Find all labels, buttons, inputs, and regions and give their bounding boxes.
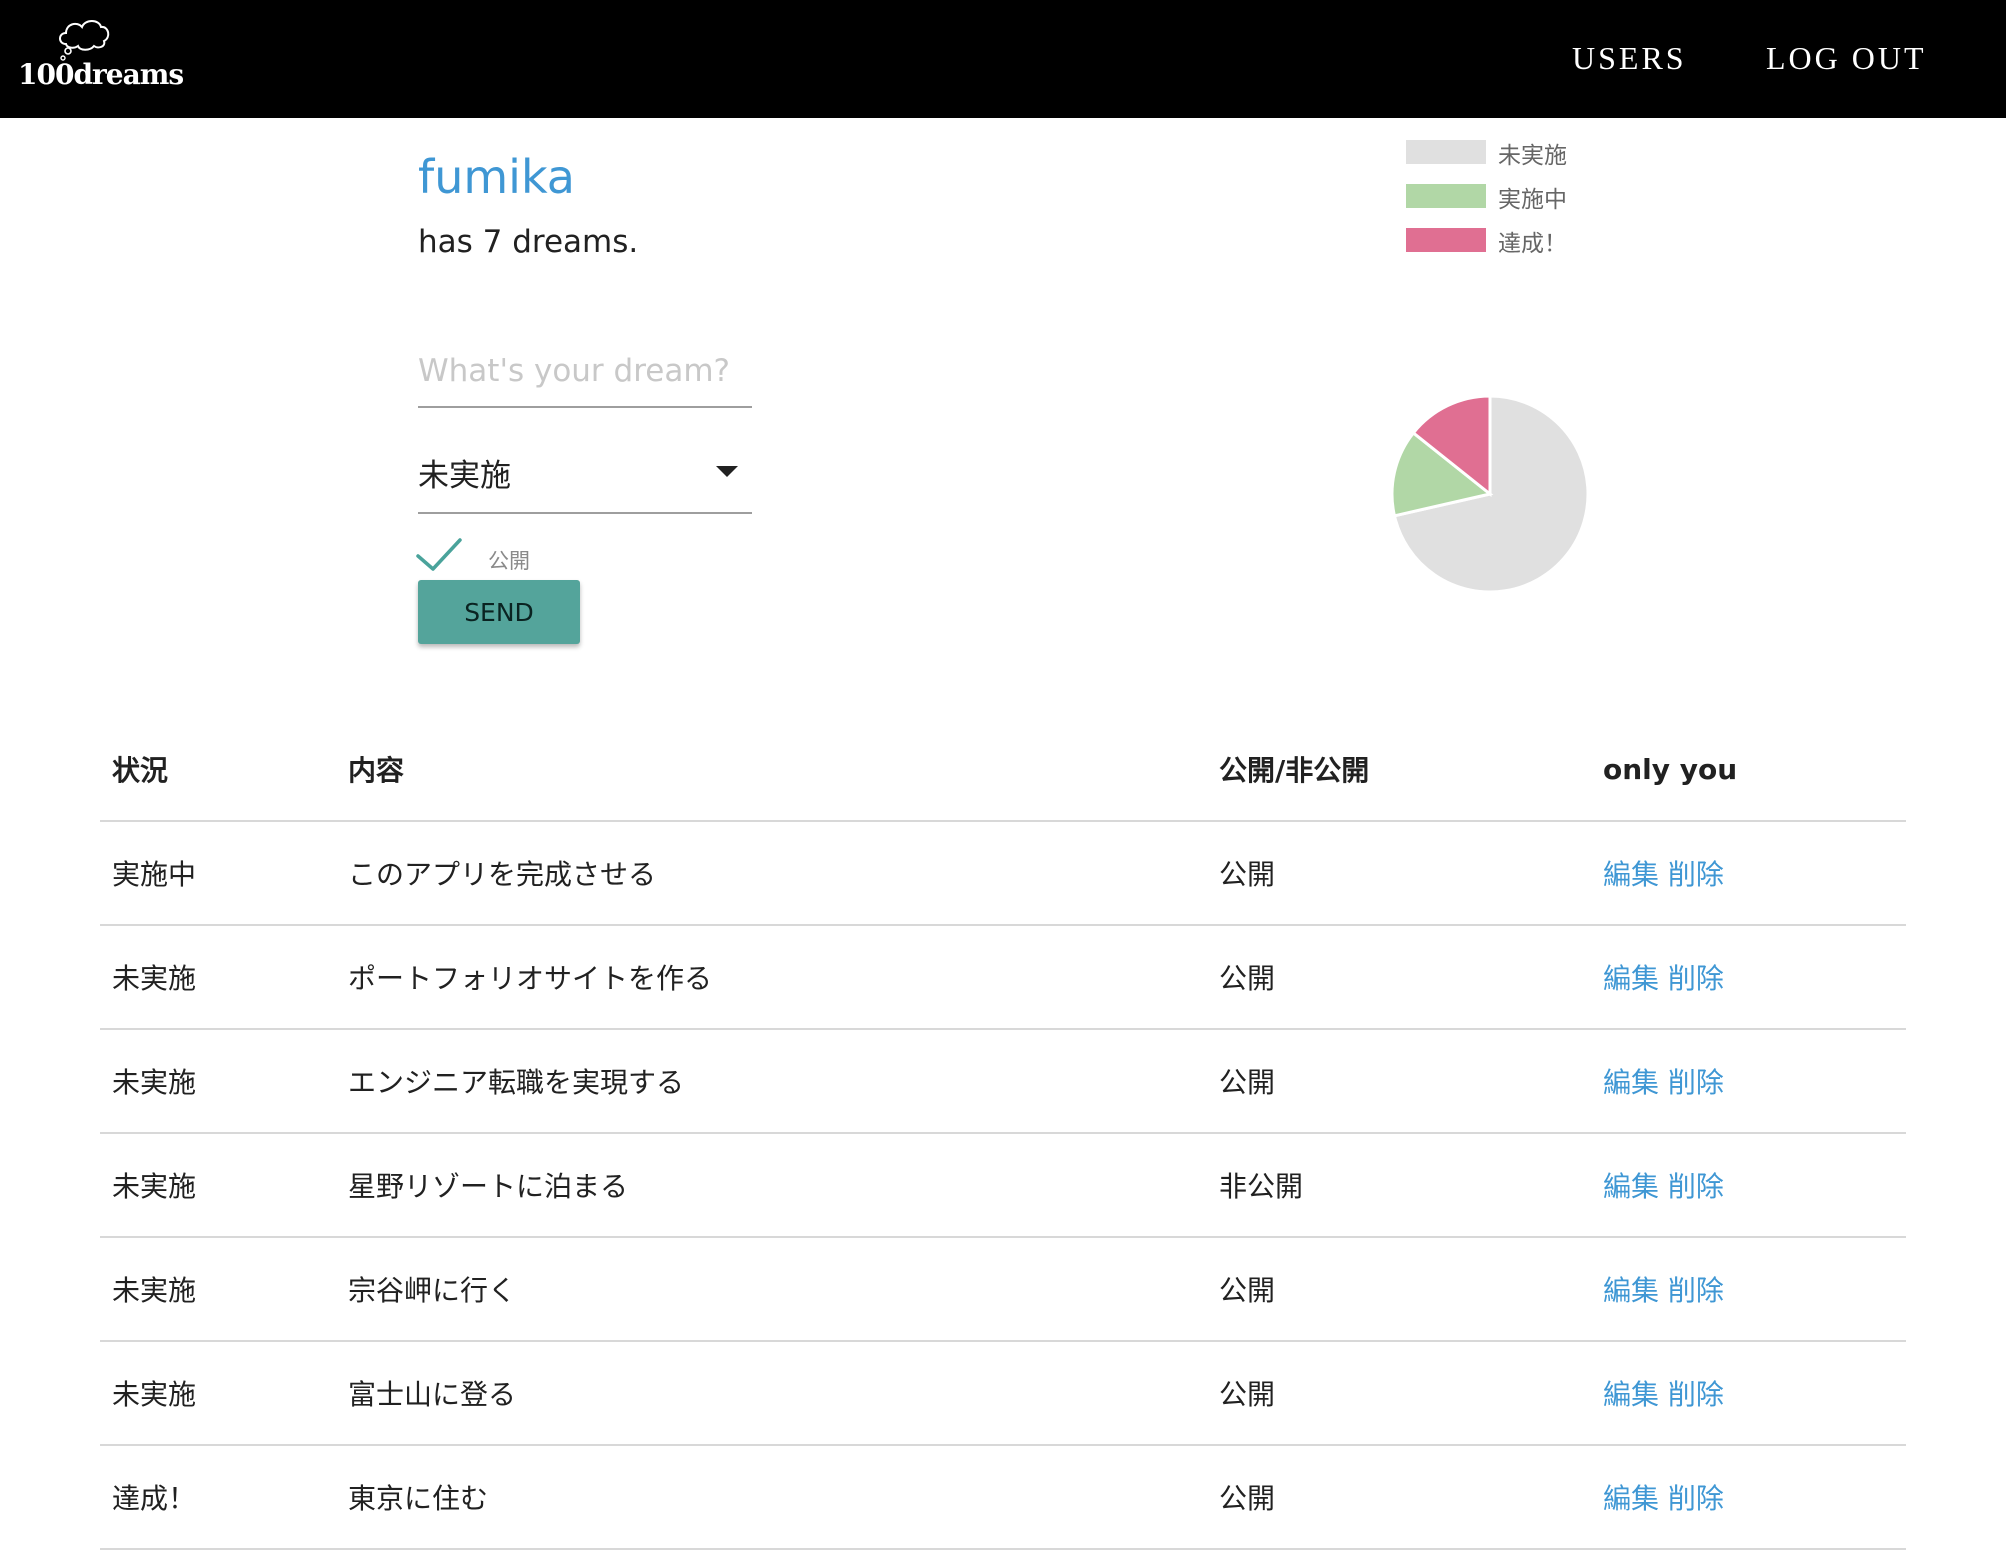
legend-swatch: [1406, 184, 1486, 208]
header-visibility: 公開/非公開: [1207, 718, 1591, 822]
edit-link[interactable]: 編集: [1603, 858, 1659, 891]
public-checkbox[interactable]: [414, 536, 464, 574]
header-status: 状況: [100, 718, 336, 822]
edit-link[interactable]: 編集: [1603, 1274, 1659, 1307]
header-only-you: only you: [1591, 718, 1906, 822]
row-content: 富士山に登る: [336, 1341, 1207, 1446]
table-row: 実施中 このアプリを完成させる 公開 編集 削除: [100, 821, 1906, 926]
table-row: 未実施 エンジニア転職を実現する 公開 編集 削除: [100, 1029, 1906, 1134]
row-actions: 編集 削除: [1591, 1341, 1906, 1446]
nav-users-link[interactable]: USERS: [1572, 40, 1687, 77]
legend-label: 達成！: [1498, 231, 1567, 257]
table-row: 未実施 ポートフォリオサイトを作る 公開 編集 削除: [100, 925, 1906, 1030]
delete-link[interactable]: 削除: [1668, 858, 1724, 891]
table-row: 達成！ 東京に住む 公開 編集 削除: [100, 1445, 1906, 1550]
legend-label: 未実施: [1498, 143, 1567, 169]
row-actions: 編集 削除: [1591, 1237, 1906, 1342]
row-actions: 編集 削除: [1591, 1133, 1906, 1238]
delete-link[interactable]: 削除: [1668, 1378, 1724, 1411]
row-status: 未実施: [100, 1237, 336, 1342]
header-content: 内容: [336, 718, 1207, 822]
table-header-row: 状況 内容 公開/非公開 only you: [100, 718, 1906, 822]
delete-link[interactable]: 削除: [1668, 1274, 1724, 1307]
edit-link[interactable]: 編集: [1603, 1378, 1659, 1411]
row-actions: 編集 削除: [1591, 821, 1906, 926]
logo-text: 100dreams: [18, 58, 184, 91]
legend-label: 実施中: [1498, 187, 1567, 213]
row-visibility: 公開: [1207, 1445, 1591, 1550]
status-select[interactable]: 未実施: [418, 436, 752, 514]
logo[interactable]: 100dreams: [16, 14, 184, 94]
row-visibility: 非公開: [1207, 1133, 1591, 1238]
row-content: 東京に住む: [336, 1445, 1207, 1550]
row-status: 未実施: [100, 1341, 336, 1446]
caret-down-icon: [716, 466, 738, 477]
delete-link[interactable]: 削除: [1668, 1066, 1724, 1099]
table-row: 未実施 星野リゾートに泊まる 非公開 編集 削除: [100, 1133, 1906, 1238]
row-content: 宗谷岬に行く: [336, 1237, 1207, 1342]
status-pie-chart: [1390, 394, 1590, 594]
row-status: 達成！: [100, 1445, 336, 1550]
row-status: 未実施: [100, 925, 336, 1030]
cloud-icon: [59, 20, 110, 61]
edit-link[interactable]: 編集: [1603, 1482, 1659, 1515]
checkmark-icon: [416, 538, 462, 571]
nav-logout-link[interactable]: LOG OUT: [1766, 40, 1927, 77]
table-row: 未実施 富士山に登る 公開 編集 削除: [100, 1341, 1906, 1446]
delete-link[interactable]: 削除: [1668, 1482, 1724, 1515]
dream-count: has 7 dreams.: [418, 224, 639, 260]
row-visibility: 公開: [1207, 1029, 1591, 1134]
row-visibility: 公開: [1207, 1341, 1591, 1446]
row-content: 星野リゾートに泊まる: [336, 1133, 1207, 1238]
row-content: エンジニア転職を実現する: [336, 1029, 1207, 1134]
edit-link[interactable]: 編集: [1603, 962, 1659, 995]
row-status: 実施中: [100, 821, 336, 926]
row-visibility: 公開: [1207, 925, 1591, 1030]
navbar: 100dreams USERS LOG OUT: [0, 0, 2006, 118]
row-actions: 編集 削除: [1591, 925, 1906, 1030]
edit-link[interactable]: 編集: [1603, 1066, 1659, 1099]
row-actions: 編集 削除: [1591, 1029, 1906, 1134]
row-status: 未実施: [100, 1029, 336, 1134]
edit-link[interactable]: 編集: [1603, 1170, 1659, 1203]
send-button[interactable]: SEND: [418, 580, 580, 644]
legend-swatch: [1406, 140, 1486, 164]
table-row: 未実施 宗谷岬に行く 公開 編集 削除: [100, 1237, 1906, 1342]
row-visibility: 公開: [1207, 821, 1591, 926]
dream-input[interactable]: [418, 336, 752, 408]
public-label: 公開: [488, 549, 530, 573]
user-name[interactable]: fumika: [418, 150, 575, 204]
row-actions: 編集 削除: [1591, 1445, 1906, 1550]
row-visibility: 公開: [1207, 1237, 1591, 1342]
delete-link[interactable]: 削除: [1668, 962, 1724, 995]
dreams-table: 状況 内容 公開/非公開 only you 実施中 このアプリを完成させる 公開 編集…: [100, 718, 1906, 1550]
status-select-value: 未実施: [418, 458, 511, 494]
delete-link[interactable]: 削除: [1668, 1170, 1724, 1203]
legend-swatch: [1406, 228, 1486, 252]
row-content: ポートフォリオサイトを作る: [336, 925, 1207, 1030]
row-content: このアプリを完成させる: [336, 821, 1207, 926]
row-status: 未実施: [100, 1133, 336, 1238]
